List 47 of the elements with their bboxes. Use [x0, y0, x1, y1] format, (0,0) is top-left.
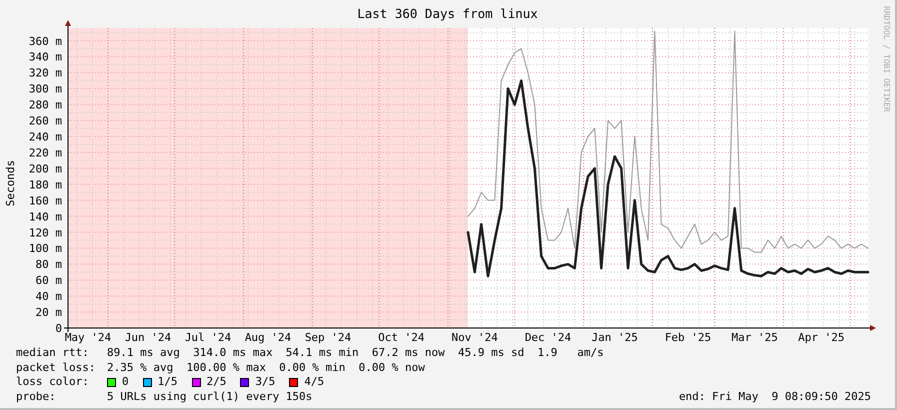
axis-label: 320 m — [28, 66, 62, 80]
legend-values: 89.1 ms avg 314.0 ms max 54.1 ms min 67.2 ms now 45.9 ms sd 1.9 am/s — [107, 346, 604, 360]
legend-label: packet loss: — [16, 360, 96, 375]
legend-item-label: 2/5 — [206, 375, 226, 390]
legend-item-label: 0 — [122, 375, 129, 390]
axis-label: 120 m — [28, 226, 62, 240]
axis-label: 360 m — [28, 34, 62, 48]
axis-label: 140 m — [28, 210, 62, 224]
axis-label: 220 m — [28, 146, 62, 160]
axis-label: 280 m — [28, 98, 62, 112]
axis-label: Jun '24 — [124, 331, 172, 344]
legend-values: 2.35 % avg 100.00 % max 0.00 % min 0.00 % now — [107, 360, 425, 375]
axis-label: Dec '24 — [524, 331, 572, 344]
axis-label: Jul '24 — [184, 331, 232, 344]
axis-label: 0 — [55, 322, 62, 335]
axis-label: 300 m — [28, 82, 62, 96]
axis-label: 40 m — [36, 290, 62, 304]
axis-label: 180 m — [28, 178, 62, 192]
y-axis-title: Seconds — [2, 160, 18, 206]
axis-label: Nov '24 — [451, 331, 498, 344]
axis-label: Apr '25 — [798, 331, 845, 344]
axis-label: 260 m — [28, 114, 62, 128]
axis-label: 200 m — [28, 162, 62, 176]
legend-item-label: 4/5 — [304, 375, 324, 390]
axis-label: Jan '25 — [591, 331, 638, 344]
axis-label: 100 m — [28, 242, 62, 256]
axis-label: 240 m — [28, 130, 62, 144]
legend-item-label: 3/5 — [255, 375, 276, 390]
axis-label: Feb '25 — [664, 331, 712, 344]
end-time: end: Fri May 9 08:09:50 2025 — [678, 390, 871, 404]
axis-label: Mar '25 — [731, 331, 778, 344]
axis-label: 340 m — [28, 50, 62, 64]
axis-label: 160 m — [28, 194, 62, 208]
probe-description: 5 URLs using curl(1) every 150s — [107, 390, 312, 404]
legend-label: median rtt: — [16, 346, 90, 360]
axis-label: May '24 — [64, 331, 112, 344]
legend-label: probe: — [16, 390, 57, 404]
axis-label: 60 m — [36, 274, 62, 288]
legend-item-label: 1/5 — [158, 375, 178, 390]
axis-label: Sep '24 — [304, 331, 352, 344]
axis-label: 80 m — [36, 258, 62, 272]
credit-text: RRDTOOL / TOBI OETIKER — [882, 6, 891, 112]
graph-title: Last 360 Days from linux — [357, 6, 538, 22]
axis-label: 20 m — [36, 306, 62, 320]
legend-label: loss color: — [16, 375, 90, 390]
axis-label: Aug '24 — [244, 331, 292, 344]
axis-label: Oct '24 — [378, 331, 425, 344]
